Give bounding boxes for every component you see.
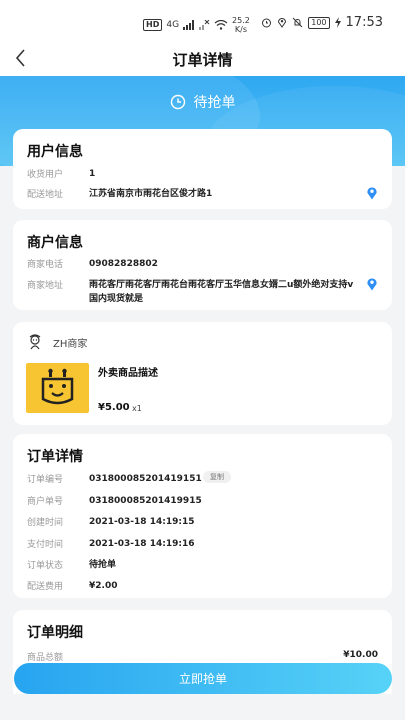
wifi-icon (214, 20, 228, 30)
merchant-order-label: 商户单号 (27, 497, 64, 507)
delivery-address-label: 配送地址 (27, 190, 64, 200)
order-number-label: 订单编号 (27, 475, 64, 485)
order-detail-title: 订单详情 (27, 449, 83, 465)
merchant-address-value: 雨花客厅雨花客厅雨花台雨花客厅玉华信息女婿二u额外绝对支持v国内现货就是 (89, 280, 354, 304)
goods-total-row: 商品总额 ¥10.00 (27, 650, 378, 663)
merchant-phone-label: 商家电话 (27, 260, 64, 270)
bottom-area (0, 694, 405, 720)
signal-icon (183, 20, 195, 30)
order-detail-card: 订单详情 订单编号 031800085201419151 复制 商户单号 031… (13, 434, 392, 598)
receiver-label: 收货用户 (27, 170, 64, 180)
created-time-value: 2021-03-18 14:19:15 (89, 517, 195, 527)
grab-order-button[interactable]: 立即抢单 (14, 663, 392, 694)
copy-order-number-button[interactable]: 复制 (203, 471, 231, 483)
paid-time-value: 2021-03-18 14:19:16 (89, 539, 195, 549)
mute-icon (292, 17, 303, 28)
user-location-icon[interactable] (366, 186, 378, 200)
merchant-info-card: 商户信息 商家电话 09082828802 商家地址 雨花客厅雨花客厅雨花台雨花… (13, 220, 392, 310)
status-left-icons: HD 4G 25.2 K/s (143, 16, 250, 34)
receiver-value: 1 (89, 169, 96, 179)
delivery-address-value: 江苏省南京市雨花台区俊才路1 (89, 189, 213, 199)
order-status-value: 待抢单 (89, 560, 117, 570)
created-time-label: 创建时间 (27, 518, 64, 528)
giraffe-logo-icon (41, 368, 74, 405)
status-bar: HD 4G 25.2 K/s 100 17:53 (0, 0, 405, 44)
page-title: 订单详情 (172, 51, 233, 69)
order-status-label: 订单状态 (27, 561, 64, 571)
delivery-fee-label: 配送费用 (27, 582, 64, 592)
alarm-icon (262, 18, 272, 28)
location-status-icon (278, 18, 287, 28)
order-breakdown-title: 订单明细 (27, 625, 83, 641)
order-status-text: 待抢单 (193, 95, 236, 111)
merchant-location-icon[interactable] (366, 277, 378, 291)
network-type: 4G (166, 20, 180, 30)
merchant-order-value: 031800085201419915 (89, 496, 202, 506)
battery-icon: 100 (308, 16, 330, 29)
goods-total-value: ¥10.00 (343, 650, 378, 660)
product-quantity: x1 (132, 404, 142, 413)
merchant-phone-value: 09082828802 (89, 259, 158, 269)
charging-icon (334, 17, 341, 28)
product-image[interactable] (26, 363, 89, 413)
merchant-info-title: 商户信息 (27, 235, 83, 251)
order-number-value: 031800085201419151 (89, 474, 202, 484)
user-info-card: 用户信息 收货用户 1 配送地址 江苏省南京市雨花台区俊才路1 (13, 129, 392, 209)
merchant-avatar-icon (29, 334, 41, 350)
status-right-icons: 100 17:53 (261, 15, 383, 30)
network-speed: 25.2 K/s (232, 16, 250, 34)
nav-bar: 订单详情 (0, 44, 405, 76)
merchant-header: ZH商家 (27, 334, 87, 350)
signal-x-icon (199, 20, 210, 30)
delivery-fee-value: ¥2.00 (89, 581, 118, 591)
merchant-address-label: 商家地址 (27, 281, 64, 291)
product-price: ¥5.00 (98, 402, 130, 413)
product-name: 外卖商品描述 (98, 368, 158, 379)
paid-time-label: 支付时间 (27, 540, 64, 550)
order-status-header: 待抢单 (0, 92, 405, 112)
merchant-name: ZH商家 (53, 338, 88, 350)
user-info-title: 用户信息 (27, 144, 83, 160)
hd-indicator: HD (143, 19, 163, 31)
clock-time: 17:53 (345, 15, 383, 30)
product-card: ZH商家 外卖商品描述 ¥5.00 x1 (13, 322, 392, 425)
goods-total-label: 商品总额 (27, 653, 64, 663)
clock-icon (170, 94, 185, 110)
